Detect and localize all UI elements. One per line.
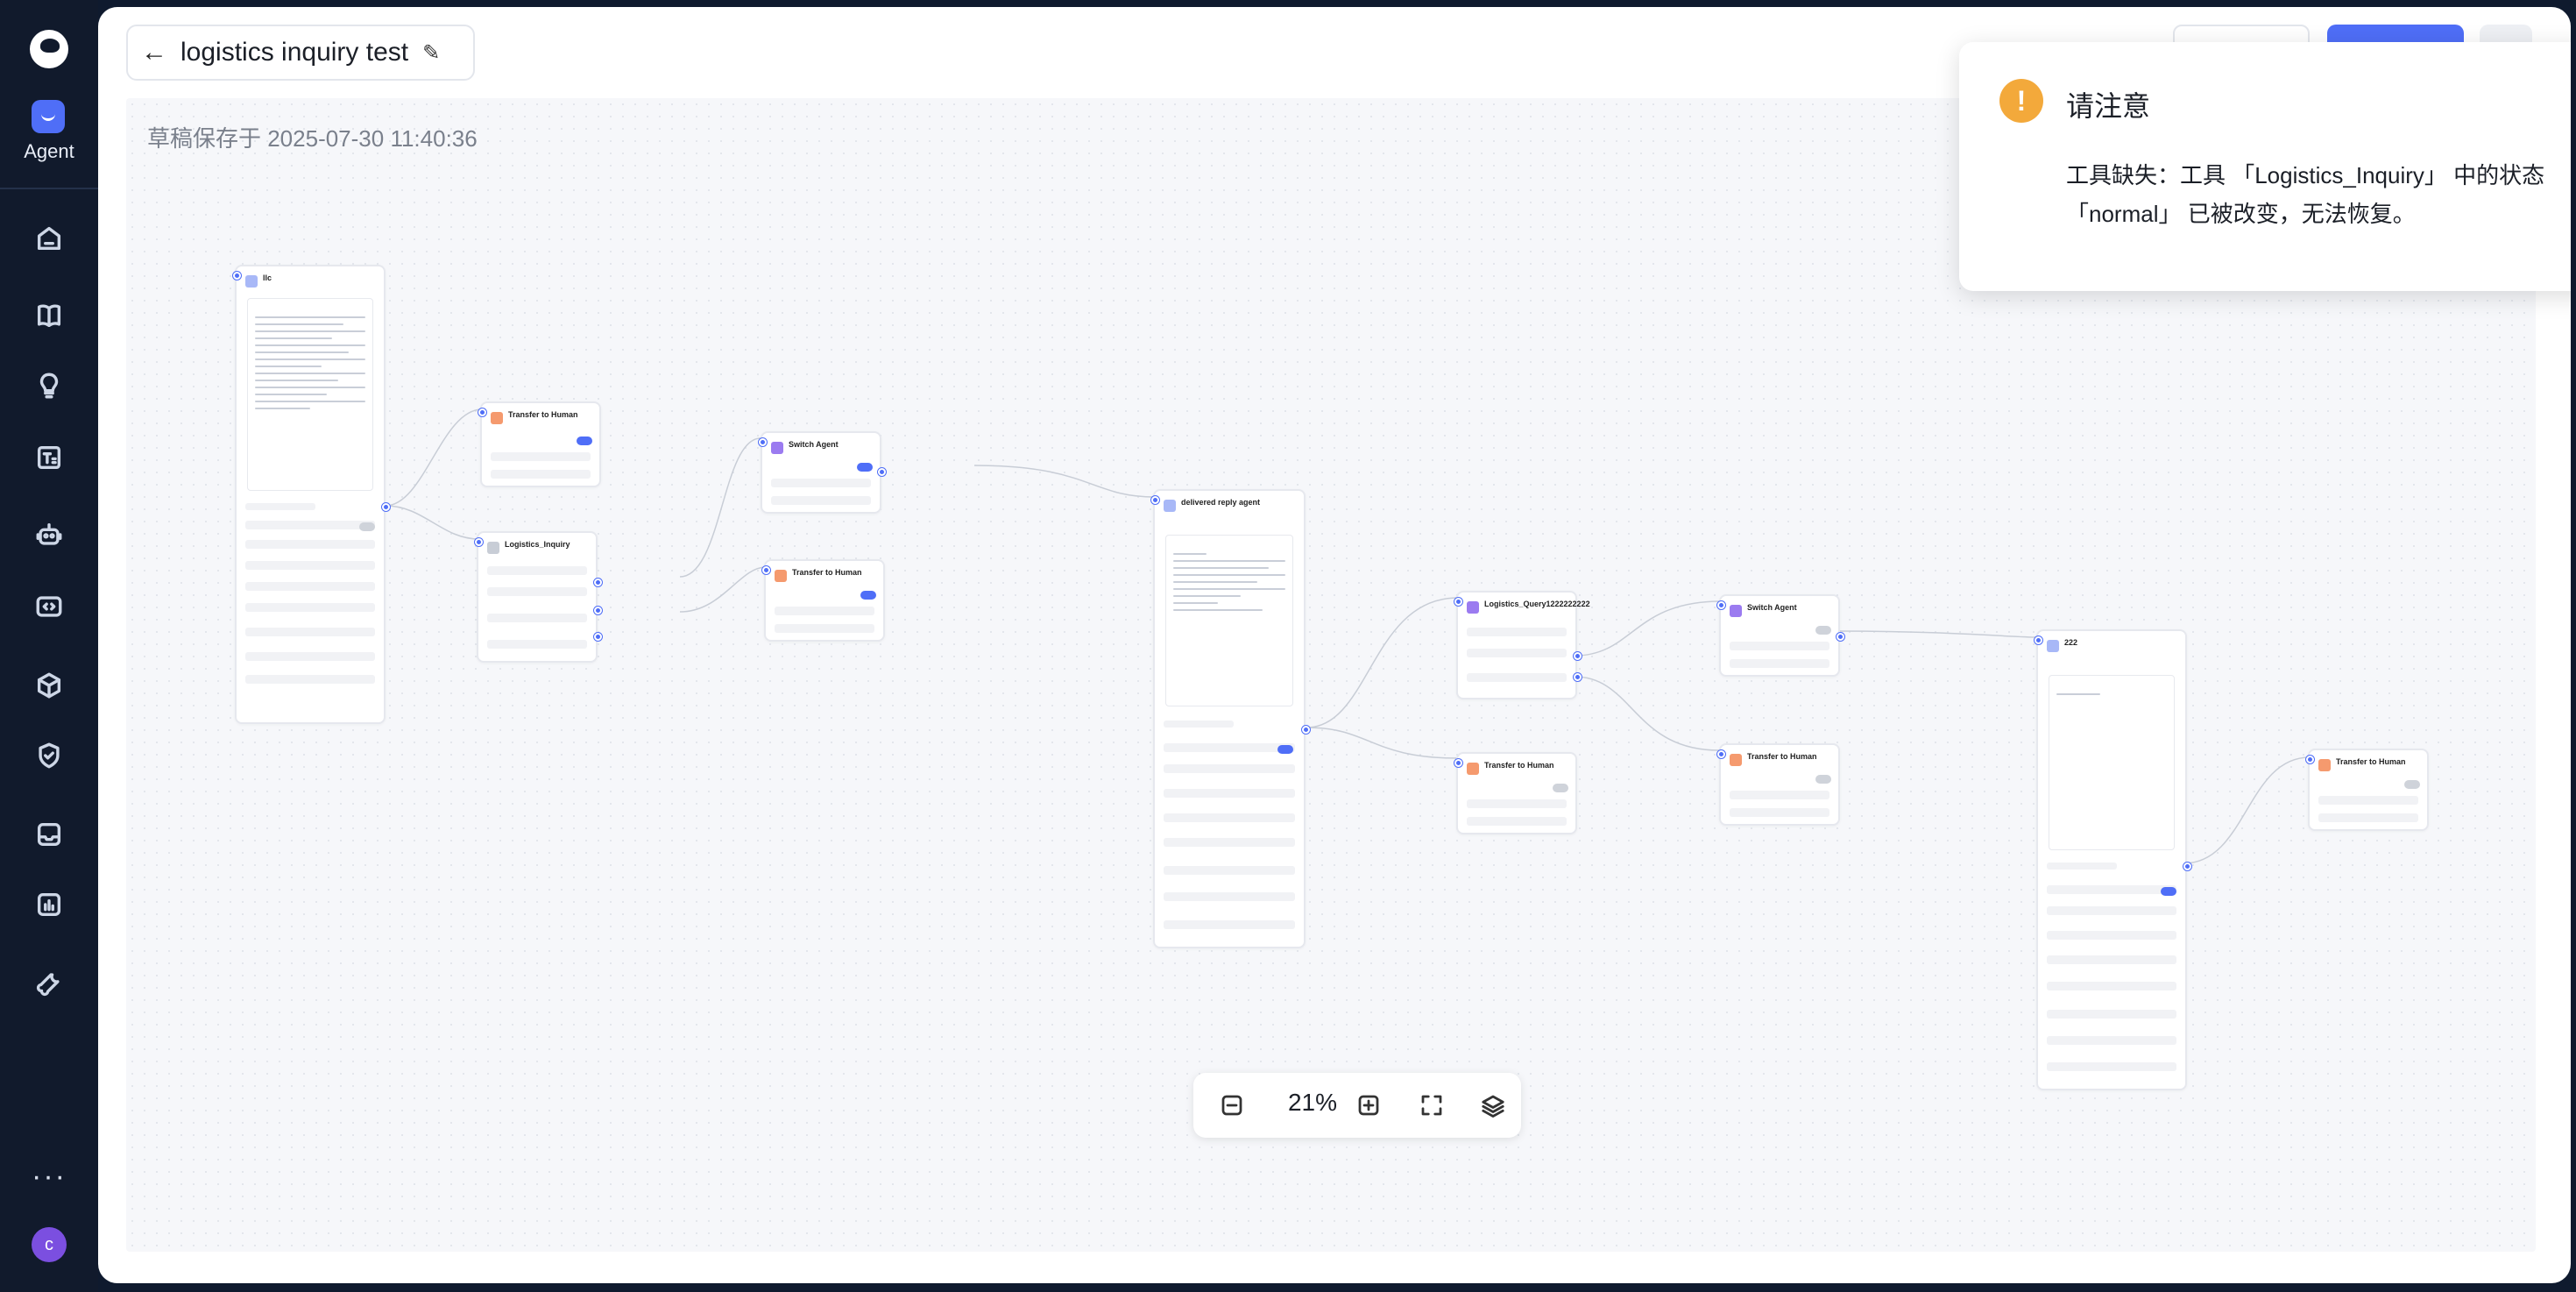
- node-title: Switch Agent: [789, 440, 839, 449]
- agent-node-222[interactable]: 222: [2035, 629, 2191, 1090]
- node-title: Logistics_Inquiry: [505, 540, 570, 549]
- storage-icon[interactable]: [32, 817, 67, 852]
- lightbulb-icon[interactable]: [32, 368, 67, 403]
- transfer-node-1[interactable]: Transfer to Human: [478, 401, 601, 487]
- main-panel: ← logistics inquiry test ✎ 草稿保存于 2025-07…: [98, 7, 2571, 1283]
- transfer-node-2[interactable]: Transfer to Human: [762, 559, 885, 642]
- arrow-left-icon[interactable]: ←: [128, 38, 180, 67]
- pencil-icon[interactable]: ✎: [422, 40, 440, 66]
- analytics-icon[interactable]: [32, 887, 67, 922]
- node-prompt-box[interactable]: [2049, 675, 2175, 850]
- warning-notification: ! 请注意 ✕ 工具缺失：工具 「Logistics_Inquiry」 中的状态…: [1959, 42, 2571, 291]
- fullscreen-icon[interactable]: [1414, 1088, 1449, 1123]
- node-title: Transfer to Human: [1747, 752, 1817, 761]
- agent-nav-icon[interactable]: [32, 100, 65, 133]
- more-icon[interactable]: ···: [32, 1161, 67, 1191]
- prompt-icon[interactable]: [32, 440, 67, 475]
- transfer-node-5[interactable]: Transfer to Human: [2306, 749, 2429, 831]
- rail-divider: [0, 188, 98, 189]
- node-prompt-box[interactable]: [247, 298, 373, 491]
- book-icon[interactable]: [32, 298, 67, 333]
- node-prompt-box[interactable]: [1165, 535, 1293, 706]
- draft-status: 草稿保存于 2025-07-30 11:40:36: [147, 125, 478, 152]
- page-title: logistics inquiry test: [180, 38, 409, 67]
- node-title: Transfer to Human: [1484, 761, 1554, 770]
- notification-message: 工具缺失：工具 「Logistics_Inquiry」 中的状态 「normal…: [2066, 162, 2545, 227]
- left-rail: Agent ··· c: [0, 0, 98, 1292]
- layers-icon[interactable]: [1476, 1088, 1511, 1123]
- transfer-node-3[interactable]: Transfer to Human: [1454, 752, 1577, 834]
- node-title: 222: [2064, 638, 2078, 647]
- zoom-level: 21%: [1287, 1089, 1338, 1116]
- avatar[interactable]: c: [32, 1227, 67, 1262]
- node-title: Transfer to Human: [2336, 757, 2406, 766]
- switch-node-2[interactable]: Switch Agent: [1717, 594, 1844, 677]
- tool-node-logistics-query[interactable]: Logistics_Query1222222222: [1454, 591, 1590, 699]
- warning-icon: !: [1999, 79, 2043, 123]
- node-title: llc: [263, 273, 272, 282]
- node-title: delivered reply agent: [1181, 498, 1261, 507]
- agent-nav-label[interactable]: Agent: [0, 140, 98, 163]
- transfer-node-4[interactable]: Transfer to Human: [1717, 743, 1840, 826]
- agent-node-llc[interactable]: llc: [233, 265, 390, 724]
- plus-square-icon[interactable]: [1351, 1088, 1386, 1123]
- code-icon[interactable]: [32, 589, 67, 624]
- wrench-icon[interactable]: [32, 966, 67, 1001]
- home-icon[interactable]: [32, 221, 67, 256]
- node-title: Logistics_Query1222222222: [1484, 600, 1590, 608]
- node-title: Transfer to Human: [792, 568, 862, 577]
- robot-icon[interactable]: [32, 517, 67, 552]
- cube-icon[interactable]: [32, 668, 67, 703]
- seal-logo-icon[interactable]: [30, 30, 68, 68]
- node-title: Transfer to Human: [508, 410, 578, 419]
- canvas-toolbar: 21%: [1193, 1073, 1521, 1138]
- notification-title: 请注意: [2066, 90, 2151, 122]
- title-chip: ← logistics inquiry test ✎: [126, 25, 475, 81]
- switch-node-1[interactable]: Switch Agent: [759, 431, 886, 514]
- tool-node-logistics-inquiry[interactable]: Logistics_Inquiry: [475, 531, 602, 663]
- agent-node-delivered-reply[interactable]: delivered reply agent: [1151, 489, 1310, 948]
- node-title: Switch Agent: [1747, 603, 1797, 612]
- shield-icon[interactable]: [32, 738, 67, 773]
- minus-square-icon[interactable]: [1214, 1088, 1249, 1123]
